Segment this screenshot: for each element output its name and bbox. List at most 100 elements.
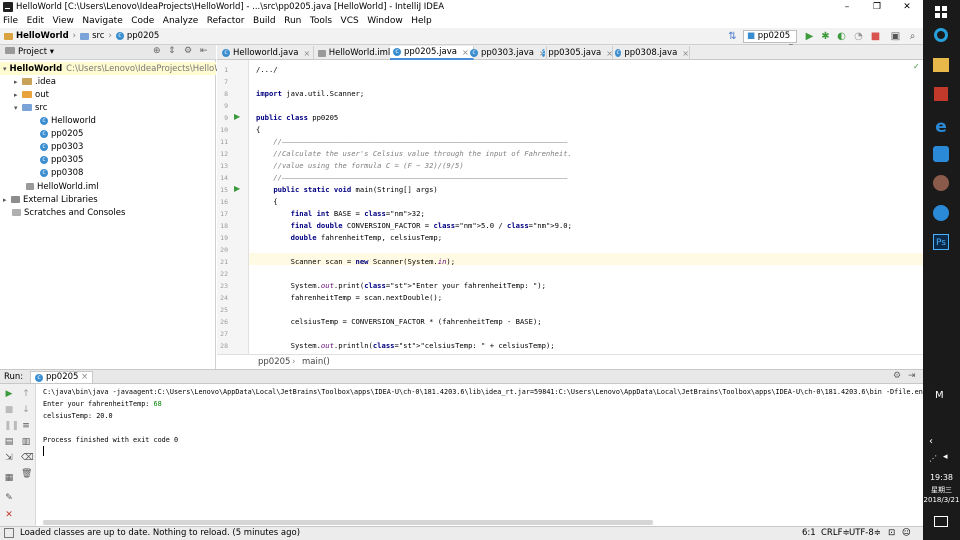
volume-icon[interactable]: ◂ bbox=[943, 452, 948, 462]
stop-icon[interactable]: ■ bbox=[4, 405, 14, 415]
menu-refactor[interactable]: Refactor bbox=[207, 16, 245, 26]
chevron-right-icon[interactable]: ▸ bbox=[14, 91, 22, 99]
run-gutter-icon[interactable]: ▶ bbox=[234, 184, 240, 193]
tree-item-out[interactable]: ▸ out bbox=[0, 88, 49, 101]
trash-icon[interactable]: 🗑 bbox=[21, 469, 32, 479]
run-icon[interactable]: ▶ bbox=[804, 31, 815, 42]
tree-item-scratches[interactable]: Scratches and Consoles bbox=[0, 206, 125, 219]
menu-file[interactable]: File bbox=[3, 16, 18, 26]
menu-tools[interactable]: Tools bbox=[310, 16, 332, 26]
lock-icon[interactable]: ⊡ bbox=[888, 528, 895, 538]
tab-pp0205-java[interactable]: c pp0205.java × bbox=[390, 46, 474, 60]
breadcrumb-file[interactable]: pp0205 bbox=[127, 31, 159, 41]
console-output[interactable]: C:\java\bin\java -javaagent:C:\Users\Len… bbox=[36, 384, 923, 526]
project-structure-icon[interactable]: ▣ bbox=[890, 31, 901, 42]
menu-build[interactable]: Build bbox=[253, 16, 276, 26]
project-view-selector[interactable]: Project ▾ bbox=[5, 47, 54, 57]
run-tab[interactable]: c pp0205 × bbox=[30, 371, 94, 384]
menu-navigate[interactable]: Navigate bbox=[82, 16, 122, 26]
caret-position[interactable]: 6:1 bbox=[802, 528, 816, 538]
gear-icon[interactable]: ⚙ bbox=[184, 46, 192, 56]
scroll-down-icon[interactable]: ↓ bbox=[21, 405, 31, 415]
collapse-icon[interactable]: ⇕ bbox=[168, 46, 176, 56]
search-icon[interactable]: ⌕ bbox=[907, 31, 918, 42]
menu-vcs[interactable]: VCS bbox=[341, 16, 359, 26]
tree-item-idea[interactable]: ▸ .idea bbox=[0, 75, 56, 88]
tree-item-class-pp0305[interactable]: c pp0305 bbox=[0, 153, 83, 166]
minimize-button[interactable]: – bbox=[832, 0, 862, 14]
menu-analyze[interactable]: Analyze bbox=[163, 16, 198, 26]
print-icon[interactable]: ▥ bbox=[21, 437, 31, 447]
close-icon[interactable]: × bbox=[682, 49, 689, 58]
toggle-tool-windows-icon[interactable] bbox=[4, 528, 14, 538]
windows-start-icon[interactable] bbox=[931, 3, 951, 21]
soft-wrap-icon[interactable]: ≡ bbox=[21, 421, 31, 431]
photoshop-icon[interactable]: Ps bbox=[933, 234, 949, 250]
tab-pp0308-java[interactable]: c pp0308.java × bbox=[612, 46, 690, 60]
tree-item-helloworld-root[interactable]: ▾ HelloWorld C:\Users\Lenovo\IdeaProject… bbox=[0, 62, 227, 75]
tree-item-class-helloworld[interactable]: c Helloworld bbox=[0, 114, 96, 127]
close-icon[interactable]: × bbox=[303, 49, 310, 58]
clear-icon[interactable]: ⌫ bbox=[21, 453, 34, 463]
network-icon[interactable]: ⋰ bbox=[929, 454, 937, 463]
edge-icon[interactable]: e bbox=[931, 117, 951, 137]
tab-helloworld-java[interactable]: c Helloworld.java × bbox=[219, 46, 314, 60]
clock-time[interactable]: 19:38 bbox=[923, 473, 960, 482]
tab-pp0303-java[interactable]: cpp0303.java× bbox=[467, 46, 547, 60]
chevron-right-icon[interactable]: ▸ bbox=[3, 196, 11, 204]
gear-icon[interactable]: ⚙ bbox=[893, 371, 901, 381]
breadcrumb-class[interactable]: pp0205 bbox=[258, 357, 290, 367]
rerun-icon[interactable]: ▶ bbox=[4, 389, 14, 399]
tab-pp0305-java[interactable]: c pp0305.java × bbox=[539, 46, 613, 60]
menu-window[interactable]: Window bbox=[367, 16, 403, 26]
breadcrumb-method[interactable]: main() bbox=[302, 357, 330, 367]
cortana-icon[interactable] bbox=[934, 28, 948, 42]
debug-icon[interactable]: ✱ bbox=[820, 31, 831, 42]
tree-item-class-pp0303[interactable]: c pp0303 bbox=[0, 140, 83, 153]
run-config-select[interactable]: ■ pp0205 ▾ bbox=[743, 30, 797, 52]
hide-icon[interactable]: ⇤ bbox=[200, 46, 208, 56]
scroll-up-icon[interactable]: ↑ bbox=[21, 389, 31, 399]
run-gutter-icon[interactable]: ▶ bbox=[234, 112, 240, 121]
intellij-taskbar-icon[interactable] bbox=[932, 85, 950, 103]
file-encoding[interactable]: UTF-8≑ bbox=[849, 528, 881, 538]
clock-day[interactable]: 星期三 bbox=[923, 485, 960, 495]
chevron-down-icon[interactable]: ▾ bbox=[3, 65, 7, 73]
close-icon[interactable]: × bbox=[81, 372, 88, 382]
file-explorer-icon[interactable] bbox=[933, 58, 949, 72]
clock-date[interactable]: 2018/3/21 bbox=[923, 496, 960, 504]
line-separator[interactable]: CRLF≑ bbox=[821, 528, 850, 538]
menu-code[interactable]: Code bbox=[131, 16, 154, 26]
ime-indicator[interactable]: M bbox=[935, 390, 944, 401]
breadcrumb-folder[interactable]: src bbox=[92, 31, 104, 41]
build-hammer-icon[interactable]: ⇅ bbox=[727, 31, 738, 42]
tree-item-external-libraries[interactable]: ▸ External Libraries bbox=[0, 193, 98, 206]
breadcrumb-project[interactable]: HelloWorld bbox=[16, 31, 69, 41]
hide-icon[interactable]: ⇥ bbox=[908, 371, 916, 381]
layout-icon[interactable]: ▦ bbox=[4, 473, 14, 483]
menu-edit[interactable]: Edit bbox=[27, 16, 44, 26]
editor-gutter[interactable]: 1 7 8 9 9 10 11 12 13 14 15 16 17 18 19 … bbox=[217, 60, 249, 354]
menu-help[interactable]: Help bbox=[411, 16, 432, 26]
tree-item-src[interactable]: ▾ src bbox=[0, 101, 47, 114]
inspector-icon[interactable]: ☺ bbox=[902, 528, 911, 538]
app-blue-icon[interactable] bbox=[933, 146, 949, 162]
globe-icon[interactable]: ⊕ bbox=[153, 46, 161, 56]
tree-item-class-pp0205[interactable]: c pp0205 bbox=[0, 127, 83, 140]
stop-icon[interactable]: ■ bbox=[870, 31, 881, 42]
profile-icon[interactable]: ◔ bbox=[853, 31, 864, 42]
tree-item-iml[interactable]: HelloWorld.iml bbox=[0, 180, 99, 193]
chevron-down-icon[interactable]: ▾ bbox=[14, 104, 22, 112]
chevron-right-icon[interactable]: ▸ bbox=[14, 78, 22, 86]
maximize-button[interactable]: ❐ bbox=[862, 0, 892, 14]
exit-icon[interactable]: ⇲ bbox=[4, 453, 14, 463]
pause-icon[interactable]: ❚❚ bbox=[4, 421, 19, 431]
pin-icon[interactable]: ✎ bbox=[4, 493, 14, 503]
horizontal-scrollbar[interactable] bbox=[43, 520, 653, 525]
clock-app-icon[interactable] bbox=[933, 205, 949, 221]
tree-item-class-pp0308[interactable]: c pp0308 bbox=[0, 166, 83, 179]
user-avatar-icon[interactable] bbox=[933, 175, 949, 191]
chevron-left-icon[interactable]: ‹ bbox=[929, 436, 933, 447]
menu-run[interactable]: Run bbox=[284, 16, 301, 26]
menu-view[interactable]: View bbox=[53, 16, 74, 26]
